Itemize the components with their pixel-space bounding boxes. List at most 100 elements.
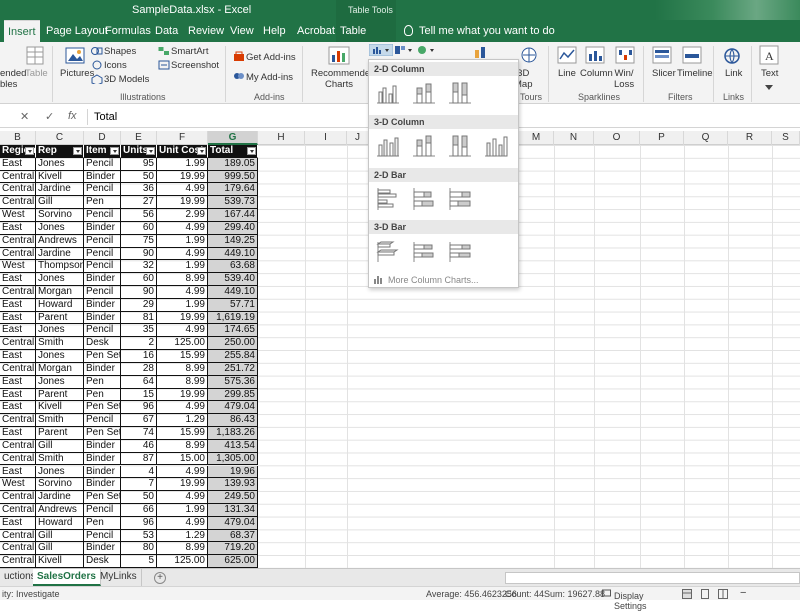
table-cell[interactable]: 60 — [121, 273, 157, 286]
column-header[interactable]: D — [84, 131, 121, 145]
table-cell[interactable]: 8.99 — [157, 273, 208, 286]
table-cell[interactable]: 5 — [121, 555, 157, 568]
clustered-column-icon[interactable] — [375, 80, 401, 106]
winloss-sparkline-button[interactable]: Win/ Loss — [614, 68, 634, 90]
table-cell[interactable]: Pencil — [84, 183, 121, 197]
table-cell[interactable]: Kivell — [36, 170, 84, 184]
table-cell[interactable]: 999.50 — [208, 170, 258, 184]
table-cell[interactable]: 539.73 — [208, 196, 258, 210]
table-cell[interactable]: 19.99 — [157, 478, 208, 492]
table-cell[interactable]: 75 — [121, 234, 157, 248]
table-cell[interactable]: Central — [0, 286, 36, 299]
table-cell[interactable]: 449.10 — [208, 286, 258, 299]
column-chart-dropdown-icon[interactable] — [369, 44, 393, 56]
table-cell[interactable]: 255.84 — [208, 350, 258, 363]
table-cell[interactable]: 4.99 — [157, 401, 208, 415]
shapes-button[interactable]: Shapes — [104, 46, 136, 57]
table-cell[interactable]: 299.40 — [208, 221, 258, 235]
table-cell[interactable]: Pencil — [84, 260, 121, 274]
table-cell[interactable]: 19.99 — [157, 196, 208, 210]
table-cell[interactable]: Pencil — [84, 286, 121, 299]
table-cell[interactable]: Jones — [36, 273, 84, 286]
table-cell[interactable]: 4 — [121, 465, 157, 479]
table-cell[interactable]: Pencil — [84, 209, 121, 222]
table-cell[interactable]: Central — [0, 362, 36, 376]
pictures-button[interactable]: Pictures — [60, 68, 94, 79]
table-cell[interactable]: 125.00 — [157, 555, 208, 568]
3d-models-button[interactable]: 3D Models — [104, 74, 149, 85]
screenshot-button[interactable]: Screenshot — [171, 60, 219, 71]
100-stacked-bar-icon[interactable] — [447, 186, 473, 212]
table-cell[interactable]: Binder — [84, 542, 121, 556]
table-cell[interactable]: 4.99 — [157, 465, 208, 479]
table-cell[interactable]: Pen — [84, 388, 121, 402]
3d-clustered-bar-icon[interactable] — [375, 238, 401, 264]
table-cell[interactable]: 1.99 — [157, 298, 208, 312]
table-cell[interactable]: Binder — [84, 362, 121, 376]
table-cell[interactable]: 189.05 — [208, 157, 258, 171]
table-cell[interactable]: East — [0, 388, 36, 402]
table-cell[interactable]: 413.54 — [208, 439, 258, 453]
table-cell[interactable]: 50 — [121, 491, 157, 504]
table-cell[interactable]: East — [0, 401, 36, 415]
table-cell[interactable]: 15.99 — [157, 350, 208, 363]
table-cell[interactable]: Jardine — [36, 491, 84, 504]
table-header-cell[interactable]: Item — [84, 145, 121, 158]
column-header[interactable]: M — [519, 131, 554, 145]
table-cell[interactable]: 174.65 — [208, 324, 258, 338]
table-cell[interactable]: 1,305.00 — [208, 452, 258, 466]
table-cell[interactable]: 8.99 — [157, 542, 208, 556]
table-cell[interactable]: 1.29 — [157, 529, 208, 543]
table-cell[interactable]: Sorvino — [36, 478, 84, 492]
table-cell[interactable]: 1,183.26 — [208, 427, 258, 440]
tab-help[interactable]: Help — [259, 20, 290, 42]
table-cell[interactable]: 36 — [121, 183, 157, 197]
table-cell[interactable]: 4.99 — [157, 516, 208, 530]
table-cell[interactable]: 56 — [121, 209, 157, 222]
table-cell[interactable]: 90 — [121, 286, 157, 299]
table-cell[interactable]: Pen Set — [84, 491, 121, 504]
table-cell[interactable]: Central — [0, 542, 36, 556]
table-cell[interactable]: 625.00 — [208, 555, 258, 568]
table-cell[interactable]: 63.68 — [208, 260, 258, 274]
table-cell[interactable]: 2.99 — [157, 209, 208, 222]
table-cell[interactable]: Central — [0, 337, 36, 351]
table-cell[interactable]: Pen Set — [84, 427, 121, 440]
table-cell[interactable]: Smith — [36, 337, 84, 351]
table-cell[interactable]: 4.99 — [157, 286, 208, 299]
table-cell[interactable]: 249.50 — [208, 491, 258, 504]
table-cell[interactable]: Pencil — [84, 247, 121, 261]
table-cell[interactable]: Central — [0, 439, 36, 453]
column-header[interactable]: H — [258, 131, 305, 145]
table-cell[interactable]: Binder — [84, 452, 121, 466]
chevron-down-icon[interactable] — [765, 85, 773, 91]
table-cell[interactable]: Central — [0, 414, 36, 428]
table-cell[interactable]: West — [0, 478, 36, 492]
column-header[interactable]: O — [594, 131, 640, 145]
table-cell[interactable]: East — [0, 427, 36, 440]
column-header-selected[interactable]: G — [208, 131, 258, 145]
timeline-button[interactable]: Timeline — [677, 68, 713, 79]
page-break-view-icon[interactable] — [718, 589, 728, 599]
my-addins-button[interactable]: My Add-ins — [246, 72, 293, 83]
table-cell[interactable]: 1.99 — [157, 234, 208, 248]
table-cell[interactable]: 449.10 — [208, 247, 258, 261]
table-cell[interactable]: Andrews — [36, 234, 84, 248]
table-cell[interactable]: 19.99 — [157, 311, 208, 325]
column-sparkline-button[interactable]: Column — [580, 68, 613, 79]
table-cell[interactable]: 32 — [121, 260, 157, 274]
table-cell[interactable]: 1,619.19 — [208, 311, 258, 325]
column-header[interactable]: P — [640, 131, 684, 145]
table-cell[interactable]: East — [0, 375, 36, 389]
table-cell[interactable]: 16 — [121, 350, 157, 363]
table-cell[interactable]: 46 — [121, 439, 157, 453]
table-cell[interactable]: Sorvino — [36, 209, 84, 222]
table-cell[interactable]: 68.37 — [208, 529, 258, 543]
table-cell[interactable]: Andrews — [36, 503, 84, 517]
table-header-cell[interactable]: Region — [0, 145, 36, 158]
table-cell[interactable]: Jones — [36, 221, 84, 235]
table-cell[interactable]: Parent — [36, 311, 84, 325]
clustered-bar-icon[interactable] — [375, 186, 401, 212]
table-cell[interactable]: 15 — [121, 388, 157, 402]
table-cell[interactable]: Binder — [84, 465, 121, 479]
